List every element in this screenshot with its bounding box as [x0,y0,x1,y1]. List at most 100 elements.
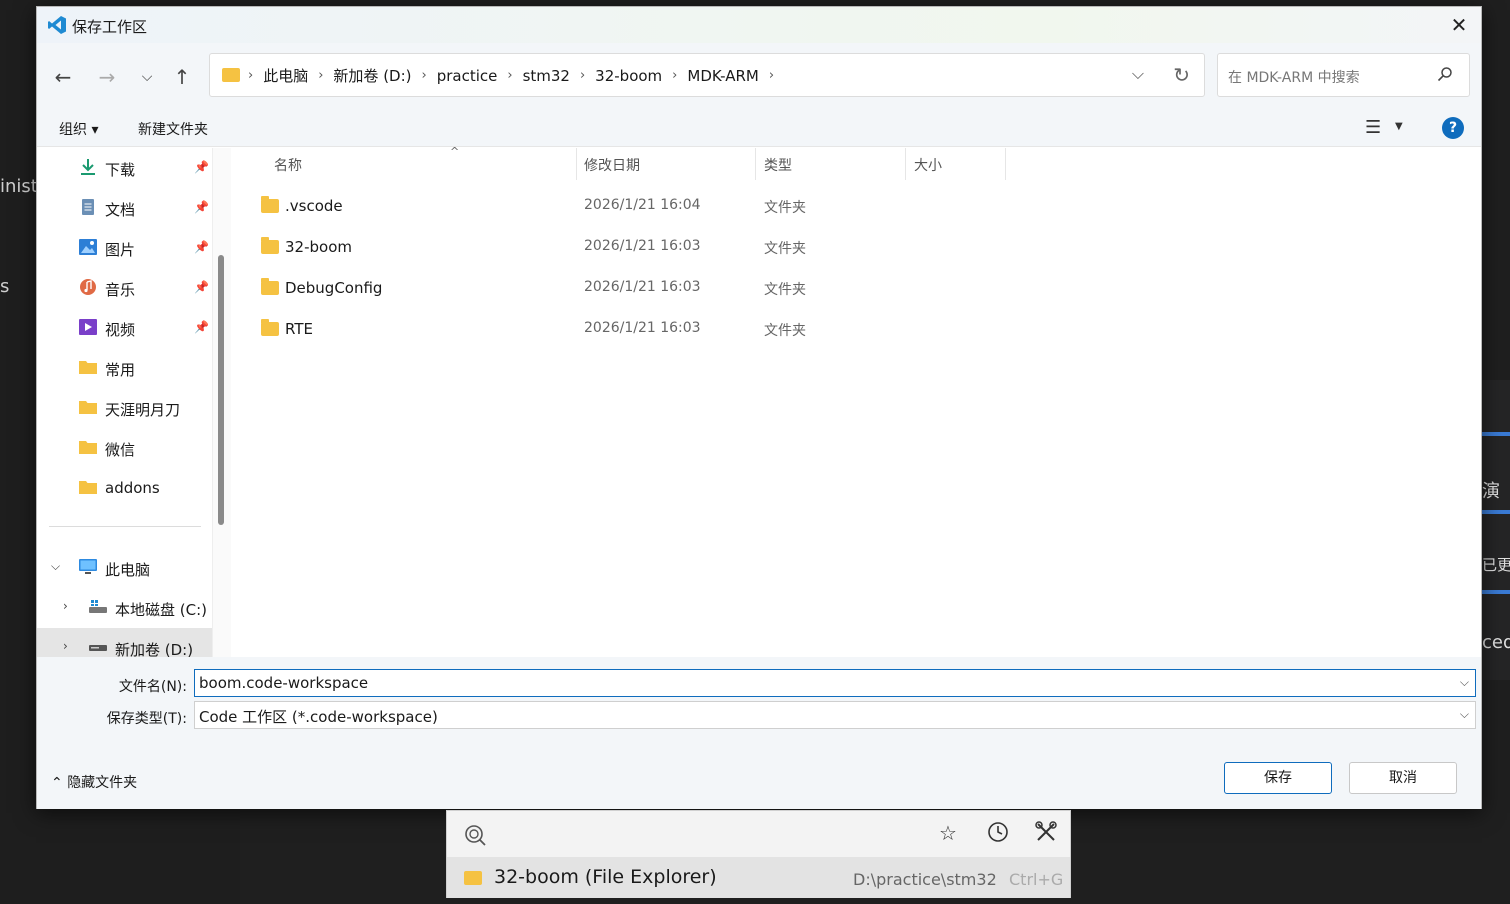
pin-icon: 📌 [194,320,209,334]
new-folder-button[interactable]: 新建文件夹 [138,119,208,139]
file-name: .vscode [285,197,343,215]
sidebar-item-addons[interactable]: addons [37,468,231,508]
sidebar-item-tianya[interactable]: 天涯明月刀 [37,388,231,428]
breadcrumb-item[interactable]: 32-boom [595,67,662,85]
chevron-right-icon[interactable]: › [63,599,68,613]
chevron-down-icon[interactable]: ⌵ [1460,675,1469,690]
chevron-down-icon[interactable]: ⌵ [51,559,60,574]
breadcrumb-item[interactable]: 此电脑 [263,65,308,86]
filename-input[interactable]: boom.code-workspace ⌵ [194,669,1476,697]
sidebar-item-changyong[interactable]: 常用 [37,348,231,388]
recent-locations-chevron-icon[interactable]: ⌵ [133,63,161,91]
close-button[interactable]: ✕ [1445,11,1473,39]
background-text: inist [0,176,38,197]
result-label: 32-boom (File Explorer) [494,866,717,888]
navigation-pane: 下载 📌 文档 📌 图片 📌 音乐 📌 视频 📌 常用 天涯明月刀 微信 add… [37,148,231,657]
address-bar[interactable]: › 此电脑 › 新加卷 (D:) › practice › stm32 › 32… [209,53,1205,97]
sidebar-item-label: 此电脑 [105,561,151,579]
computer-icon [79,559,97,574]
refresh-icon[interactable]: ↻ [1173,63,1190,87]
sidebar-item-this-pc[interactable]: ⌵ 此电脑 [37,548,231,588]
sidebar-item-music[interactable]: 音乐 📌 [37,268,231,308]
filename-value: boom.code-workspace [199,674,369,692]
tools-icon[interactable] [1035,821,1057,843]
sidebar-scrollbar-thumb[interactable] [218,255,224,525]
background-text: 演 [1482,481,1500,502]
pictures-icon [79,239,97,255]
folder-icon [464,871,482,885]
file-type: 文件夹 [764,241,806,257]
breadcrumb-item[interactable]: 新加卷 (D:) [333,65,411,86]
save-workspace-dialog: 保存工作区 ✕ ← → ⌵ ↑ › 此电脑 › 新加卷 (D:) › pract… [36,6,1482,809]
view-dropdown-chevron-icon[interactable]: ▼ [1395,121,1403,132]
sidebar-item-videos[interactable]: 视频 📌 [37,308,231,348]
view-options-icon[interactable]: ☰ [1365,117,1381,138]
filetype-value: Code 工作区 (*.code-workspace) [199,708,438,726]
result-path: D:\practice\stm32 [853,870,997,889]
column-header-size[interactable]: 大小 [906,148,1006,180]
sidebar-item-wechat[interactable]: 微信 [37,428,231,468]
sidebar-item-drive-c[interactable]: › 本地磁盘 (C:) [37,588,231,628]
sidebar-item-label: 天涯明月刀 [105,401,181,419]
windows-drive-icon [89,600,107,613]
file-modified: 2026/1/21 16:03 [584,279,701,295]
file-modified: 2026/1/21 16:03 [584,238,701,254]
breadcrumb-item[interactable]: stm32 [523,67,570,85]
sidebar-item-label: 文档 [105,201,136,219]
file-row[interactable]: 32-boom 2026/1/21 16:03 文件夹 [232,228,1132,268]
pin-icon: 📌 [194,240,209,254]
file-row[interactable]: .vscode 2026/1/21 16:04 文件夹 [232,187,1132,227]
chevron-down-icon[interactable]: ⌵ [1460,707,1469,722]
breadcrumb-item[interactable]: MDK-ARM [687,67,758,85]
sidebar-item-label: 微信 [105,441,136,459]
search-icon[interactable] [463,823,487,847]
clock-icon[interactable] [987,821,1009,843]
chevron-right-icon[interactable]: › [63,639,68,653]
breadcrumb: › 此电脑 › 新加卷 (D:) › practice › stm32 › 32… [248,65,775,86]
folder-icon [79,361,97,374]
forward-icon[interactable]: → [93,63,121,91]
pin-icon: 📌 [194,200,209,214]
navigation-bar: ← → ⌵ ↑ › 此电脑 › 新加卷 (D:) › practice › st… [37,43,1481,109]
folder-icon [261,237,279,254]
column-header-name[interactable]: 名称 ^ [266,145,577,180]
filetype-select[interactable]: Code 工作区 (*.code-workspace) ⌵ [194,701,1476,729]
save-button[interactable]: 保存 [1224,762,1332,794]
file-name: RTE [285,320,313,338]
filetype-label: 保存类型(T): [106,711,187,727]
star-icon[interactable]: ☆ [939,821,957,845]
breadcrumb-item[interactable]: practice [437,67,498,85]
back-icon[interactable]: ← [49,63,77,91]
save-form: 文件名(N): boom.code-workspace ⌵ 保存类型(T): C… [37,657,1481,743]
column-header-modified[interactable]: 修改日期 [576,148,756,180]
pin-icon: 📌 [194,280,209,294]
up-icon[interactable]: ↑ [168,63,196,91]
sidebar-item-documents[interactable]: 文档 📌 [37,188,231,228]
search-result-row[interactable]: 32-boom (File Explorer) D:\practice\stm3… [447,857,1070,898]
file-list: 名称 ^ 修改日期 类型 大小 .vscode 2026/1/21 16:04 … [232,145,1481,657]
hide-folders-toggle[interactable]: ⌃ 隐藏文件夹 [51,772,137,792]
folder-icon [261,319,279,336]
sidebar-item-drive-d[interactable]: › 新加卷 (D:) [37,628,231,657]
dialog-title: 保存工作区 [72,18,148,36]
file-row[interactable]: DebugConfig 2026/1/21 16:03 文件夹 [232,269,1132,309]
address-dropdown-chevron-icon[interactable]: ⌵ [1132,64,1144,84]
sidebar-item-label: 本地磁盘 (C:) [115,601,207,619]
file-type: 文件夹 [764,323,806,339]
cancel-button[interactable]: 取消 [1349,762,1457,794]
background-text: 已更 [1482,556,1510,574]
folder-icon [79,441,97,454]
search-box[interactable]: 在 MDK-ARM 中搜索 [1217,53,1470,97]
help-icon[interactable]: ? [1442,117,1464,139]
file-row[interactable]: RTE 2026/1/21 16:03 文件夹 [232,310,1132,350]
sidebar-item-downloads[interactable]: 下载 📌 [37,148,231,188]
command-bar: 组织 ▾ 新建文件夹 ☰ ▼ ? [37,109,1481,147]
background-text: ced [1482,632,1510,653]
column-header-type[interactable]: 类型 [756,148,906,180]
sidebar-item-label: 音乐 [105,281,136,299]
folder-icon [79,481,97,494]
sidebar-item-pictures[interactable]: 图片 📌 [37,228,231,268]
organize-menu-button[interactable]: 组织 ▾ [59,119,98,139]
folder-icon [222,68,240,82]
filename-label: 文件名(N): [118,679,187,695]
